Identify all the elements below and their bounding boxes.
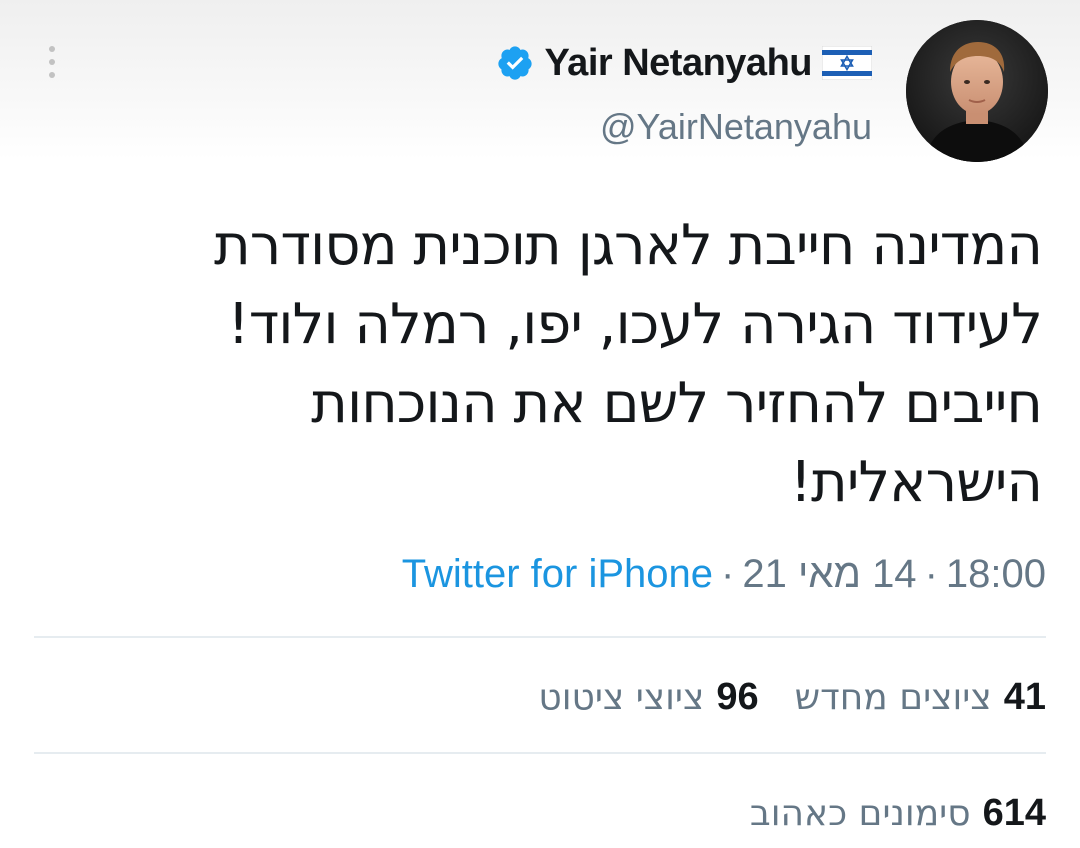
likes-stat[interactable]: 614 סימונים כאהוב	[750, 792, 1046, 835]
divider	[34, 752, 1046, 754]
israel-flag-icon	[822, 46, 872, 80]
avatar-photo	[906, 20, 1048, 162]
meta-separator: ·	[924, 552, 938, 596]
avatar[interactable]	[906, 20, 1048, 162]
divider	[34, 636, 1046, 638]
verified-badge-icon	[498, 46, 533, 80]
meta-separator: ·	[721, 552, 735, 596]
likes-count: 614	[982, 792, 1046, 834]
tweet-line: המדינה חייבת לארגן תוכנית מסודרת	[214, 213, 1043, 278]
tweet-date[interactable]: 14 מאי 21	[742, 552, 916, 597]
likes-label: סימונים כאהוב	[749, 793, 971, 834]
tweet-line: הישראלית!	[789, 450, 1043, 515]
author-name-row[interactable]: Yair Netanyahu	[496, 38, 872, 88]
author-handle[interactable]: @YairNetanyahu	[600, 106, 872, 148]
retweets-count: 41	[1003, 676, 1046, 718]
engagement-stats-row: 41 ציוצים מחדש 96 ציוצי ציטוט	[538, 676, 1046, 719]
quotes-stat[interactable]: 96 ציוצי ציטוט	[538, 676, 758, 719]
tweet-line: חייבים להחזיר לשם את הנוכחות	[311, 371, 1043, 436]
tweet-text: המדינה חייבת לארגן תוכנית מסודרת לעידוד …	[32, 206, 1043, 522]
quotes-count: 96	[716, 676, 759, 718]
tweet-time[interactable]: 18:00	[946, 552, 1046, 597]
more-options-icon[interactable]	[40, 42, 64, 82]
retweets-stat[interactable]: 41 ציוצים מחדש	[795, 676, 1046, 719]
tweet-meta: Twitter for iPhone · 14 מאי 21 · 18:00	[402, 552, 1046, 597]
quotes-label: ציוצי ציטוט	[538, 677, 705, 718]
retweets-label: ציוצים מחדש	[794, 677, 992, 718]
tweet-line: לעידוד הגירה לעכו, יפו, רמלה ולוד!	[227, 292, 1043, 357]
tweet-source-link[interactable]: Twitter for iPhone	[402, 552, 713, 597]
display-name[interactable]: Yair Netanyahu	[544, 42, 812, 85]
likes-stats-row: 614 סימונים כאהוב	[750, 792, 1046, 835]
